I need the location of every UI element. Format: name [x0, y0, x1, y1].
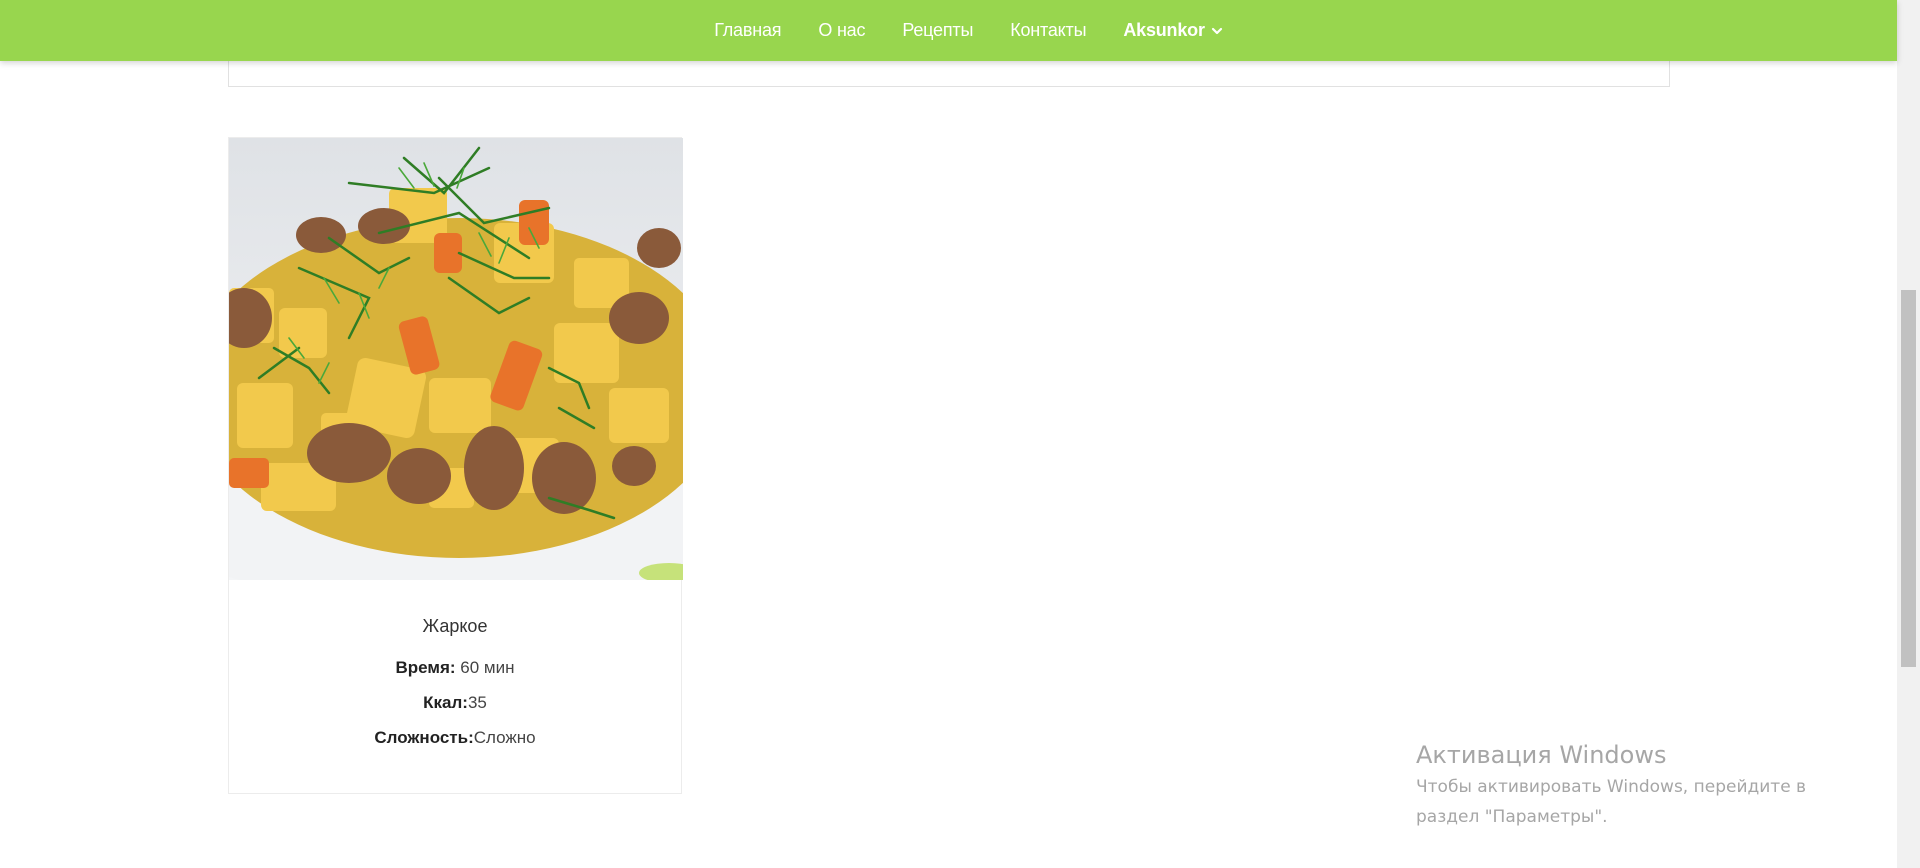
recipe-photo[interactable]	[229, 138, 683, 580]
activation-line-1: Чтобы активировать Windows, перейдите в	[1416, 777, 1807, 797]
chevron-down-icon	[1211, 27, 1222, 34]
nav-menu: Главная О нас Рецепты Контакты Aksunkor	[714, 20, 1223, 41]
activation-title: Активация Windows	[1416, 741, 1667, 769]
recipe-kcal: Ккал:35	[229, 693, 681, 728]
recipe-card[interactable]: Жаркое Время: 60 мин Ккал:35 Сложность:С…	[228, 137, 683, 794]
nav-item-about[interactable]: О нас	[818, 20, 865, 40]
user-name: Aksunkor	[1123, 20, 1205, 40]
scrollbar-thumb[interactable]	[1901, 290, 1916, 667]
recipe-time-label: Время:	[395, 658, 456, 677]
windows-activation-watermark: Активация Windows Чтобы активировать Win…	[1416, 739, 1806, 831]
recipe-difficulty-label: Сложность:	[374, 728, 474, 747]
recipe-kcal-label: Ккал:	[423, 693, 468, 712]
recipe-kcal-value: 35	[467, 693, 487, 712]
nav-item-contacts[interactable]: Контакты	[1010, 20, 1086, 40]
nav-item-home[interactable]: Главная	[714, 20, 781, 40]
nav-item-recipes[interactable]: Рецепты	[902, 20, 973, 40]
recipe-difficulty-value: Сложно	[473, 728, 536, 747]
activation-line-2: раздел "Параметры".	[1416, 807, 1608, 827]
recipe-info: Жаркое Время: 60 мин Ккал:35 Сложность:С…	[229, 580, 681, 763]
recipe-time-value: 60 мин	[460, 658, 515, 677]
vertical-scrollbar[interactable]	[1897, 0, 1920, 868]
recipe-time: Время: 60 мин	[229, 658, 681, 693]
top-navbar: Главная О нас Рецепты Контакты Aksunkor	[0, 0, 1897, 61]
recipe-title[interactable]: Жаркое	[229, 616, 681, 658]
recipe-difficulty: Сложность:Сложно	[229, 728, 681, 763]
user-menu-button[interactable]: Aksunkor	[1123, 20, 1222, 41]
